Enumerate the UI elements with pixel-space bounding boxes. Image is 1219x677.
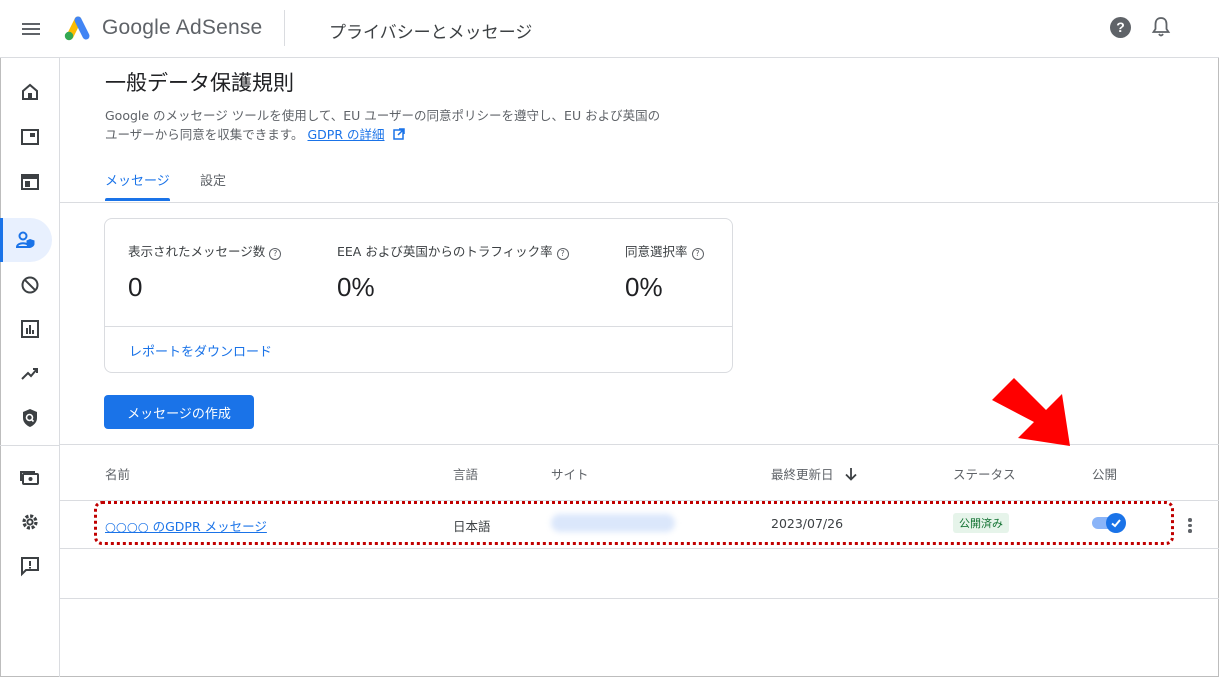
metric-traffic-rate: EEA および英国からのトラフィック率? 0% xyxy=(337,241,569,303)
feedback-icon xyxy=(21,557,39,577)
external-link-icon[interactable] xyxy=(392,128,405,140)
settings-icon xyxy=(22,514,38,530)
nav-reports[interactable] xyxy=(0,307,60,351)
metric-value: 0% xyxy=(625,272,663,302)
policy-center-icon xyxy=(23,409,37,427)
column-header-updated-label: 最終更新日 xyxy=(771,467,834,482)
optimization-icon xyxy=(21,368,38,380)
home-icon xyxy=(22,83,38,100)
stats-card: 表示されたメッセージ数? 0 EEA および英国からのトラフィック率? 0% 同… xyxy=(104,218,733,373)
help-circle-icon[interactable]: ? xyxy=(269,248,282,260)
navigation-rail xyxy=(0,58,60,677)
description-line-1: Google のメッセージ ツールを使用して、EU ユーザーの同意ポリシーを遵守… xyxy=(105,108,661,123)
reports-icon xyxy=(21,320,39,338)
page-description: Google のメッセージ ツールを使用して、EU ユーザーの同意ポリシーを遵守… xyxy=(105,106,725,144)
description-line-2-text: ユーザーから同意を収集できます。 xyxy=(105,127,304,142)
active-tab-indicator xyxy=(105,198,170,201)
brand-name: Google AdSense xyxy=(102,16,263,39)
metric-value: 0% xyxy=(337,272,375,302)
section-heading: プライバシーとメッセージ xyxy=(329,23,533,43)
menu-icon[interactable] xyxy=(22,20,42,36)
ads-icon xyxy=(21,129,39,145)
bell-icon[interactable] xyxy=(1151,16,1171,38)
table-row-divider xyxy=(60,548,1219,549)
create-message-button[interactable]: メッセージの作成 xyxy=(104,395,254,429)
metric-value: 0 xyxy=(128,272,143,302)
help-icon[interactable]: ? xyxy=(1110,17,1131,38)
nav-settings[interactable] xyxy=(0,500,60,544)
rail-divider xyxy=(0,445,60,446)
metric-label: 同意選択率 xyxy=(625,244,688,259)
nav-payments[interactable] xyxy=(0,456,60,500)
nav-privacy-messaging[interactable] xyxy=(0,218,52,262)
column-header-site[interactable]: サイト xyxy=(551,464,589,483)
column-header-published[interactable]: 公開 xyxy=(1092,464,1117,483)
gdpr-details-link[interactable]: GDPR の詳細 xyxy=(308,127,385,142)
metric-consent-rate: 同意選択率? 0% xyxy=(625,241,704,303)
privacy-messaging-icon xyxy=(15,231,35,248)
column-header-updated[interactable]: 最終更新日 xyxy=(771,464,858,483)
nav-home[interactable] xyxy=(0,70,60,114)
download-report-link[interactable]: レポートをダウンロード xyxy=(129,341,272,360)
more-vert-icon[interactable] xyxy=(1184,516,1196,536)
nav-feedback[interactable] xyxy=(0,544,60,588)
red-arrow-annotation xyxy=(992,378,1070,446)
metric-label: EEA および英国からのトラフィック率 xyxy=(337,244,553,259)
column-header-name[interactable]: 名前 xyxy=(105,464,130,483)
metric-messages-shown: 表示されたメッセージ数? 0 xyxy=(128,241,282,303)
column-header-language[interactable]: 言語 xyxy=(453,464,478,483)
description-line-2: ユーザーから同意を収集できます。 GDPR の詳細 xyxy=(105,125,725,144)
page-title: 一般データ保護規則 xyxy=(105,71,294,95)
top-app-bar: Google AdSense プライバシーとメッセージ ? xyxy=(0,0,1219,58)
help-circle-icon[interactable]: ? xyxy=(691,248,704,260)
tab-settings[interactable]: 設定 xyxy=(200,170,226,189)
blocking-controls-icon xyxy=(21,276,39,294)
nav-optimization[interactable] xyxy=(0,352,60,396)
nav-policy-center[interactable] xyxy=(0,396,60,440)
nav-ads[interactable] xyxy=(0,115,60,159)
column-header-status[interactable]: ステータス xyxy=(953,464,1016,483)
adsense-logo xyxy=(64,16,90,41)
payments-icon xyxy=(20,471,39,485)
table-bottom-divider xyxy=(60,598,1219,599)
nav-sites[interactable] xyxy=(0,160,60,204)
nav-blocking-controls[interactable] xyxy=(0,263,60,307)
header-divider xyxy=(284,10,285,46)
help-circle-icon[interactable]: ? xyxy=(556,248,569,260)
sites-icon xyxy=(21,174,39,190)
tab-messages[interactable]: メッセージ xyxy=(105,170,170,189)
tabs-divider xyxy=(60,202,1219,203)
metric-label: 表示されたメッセージ数 xyxy=(128,244,266,259)
card-divider xyxy=(105,326,732,327)
highlight-dotted-box xyxy=(94,501,1174,545)
sort-down-arrow-icon[interactable] xyxy=(844,467,858,481)
